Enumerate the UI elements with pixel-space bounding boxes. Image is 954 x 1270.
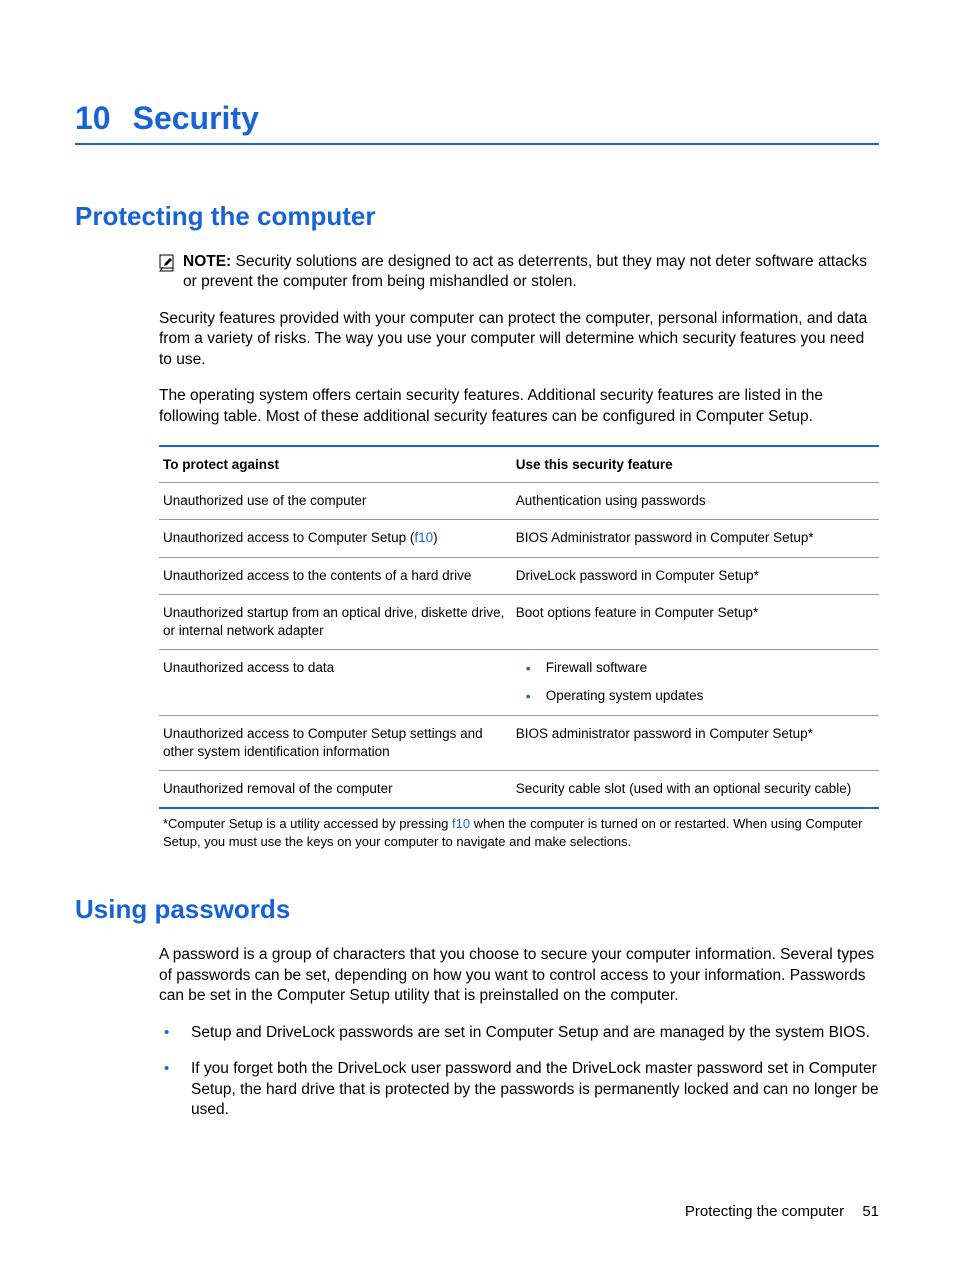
list-item: Setup and DriveLock passwords are set in… — [159, 1023, 879, 1043]
chapter-name: Security — [133, 100, 259, 136]
chapter-number: 10 — [75, 100, 111, 136]
f10-link[interactable]: f10 — [452, 816, 470, 831]
note-body: Security solutions are designed to act a… — [183, 253, 867, 290]
list-item: If you forget both the DriveLock user pa… — [159, 1059, 879, 1120]
cell: Unauthorized access to Computer Setup (f… — [159, 520, 512, 557]
security-features-table: To protect against Use this security fea… — [159, 445, 879, 850]
section-heading-passwords: Using passwords — [75, 894, 879, 925]
list-item: Firewall software — [526, 659, 875, 677]
cell: BIOS administrator password in Computer … — [512, 715, 879, 770]
f10-link[interactable]: f10 — [414, 530, 433, 545]
table-header: To protect against — [159, 446, 512, 483]
cell: Unauthorized removal of the computer — [159, 771, 512, 809]
paragraph: A password is a group of characters that… — [159, 945, 879, 1006]
cell: Unauthorized use of the computer — [159, 483, 512, 520]
table-row: Unauthorized access to Computer Setup (f… — [159, 520, 879, 557]
table-row: Unauthorized access to data Firewall sof… — [159, 650, 879, 715]
table-footnote: *Computer Setup is a utility accessed by… — [159, 809, 879, 850]
cell: Boot options feature in Computer Setup* — [512, 594, 879, 649]
section-heading-protecting: Protecting the computer — [75, 201, 879, 232]
paragraph: The operating system offers certain secu… — [159, 386, 879, 427]
table-row: Unauthorized use of the computer Authent… — [159, 483, 879, 520]
table-row: Unauthorized removal of the computer Sec… — [159, 771, 879, 809]
list-item: Operating system updates — [526, 687, 875, 705]
paragraph: Security features provided with your com… — [159, 309, 879, 370]
chapter-title: 10 Security — [75, 100, 879, 145]
cell: Authentication using passwords — [512, 483, 879, 520]
table-header: Use this security feature — [512, 446, 879, 483]
cell: DriveLock password in Computer Setup* — [512, 557, 879, 594]
note-label: NOTE: — [183, 253, 231, 270]
cell: Security cable slot (used with an option… — [512, 771, 879, 809]
cell: Unauthorized access to data — [159, 650, 512, 715]
cell: Unauthorized access to the contents of a… — [159, 557, 512, 594]
table-row: Unauthorized access to the contents of a… — [159, 557, 879, 594]
cell: BIOS Administrator password in Computer … — [512, 520, 879, 557]
cell: Firewall software Operating system updat… — [512, 650, 879, 715]
note-block: NOTE: Security solutions are designed to… — [159, 252, 879, 293]
note-text: NOTE: Security solutions are designed to… — [183, 252, 879, 293]
page-footer: Protecting the computer 51 — [685, 1203, 879, 1220]
page-number: 51 — [862, 1203, 879, 1220]
footer-section-name: Protecting the computer — [685, 1203, 844, 1220]
cell: Unauthorized startup from an optical dri… — [159, 594, 512, 649]
table-row: Unauthorized startup from an optical dri… — [159, 594, 879, 649]
cell: Unauthorized access to Computer Setup se… — [159, 715, 512, 770]
note-icon — [159, 254, 177, 277]
table-row: Unauthorized access to Computer Setup se… — [159, 715, 879, 770]
